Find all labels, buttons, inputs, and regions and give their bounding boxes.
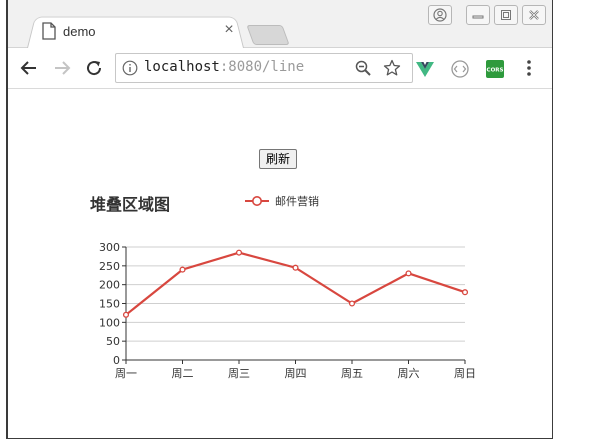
back-arrow-icon[interactable]	[19, 58, 39, 78]
close-window-button[interactable]	[522, 5, 546, 25]
y-tick-label: 300	[99, 241, 120, 254]
url-path: :8080/line	[219, 59, 305, 75]
x-tick-label: 周四	[285, 367, 307, 380]
y-tick-label: 200	[99, 279, 120, 292]
page-content: 刷新 堆叠区域图 邮件营销 0 50 100 150 200 250 300 周一 周二 周三 周四…	[7, 89, 552, 438]
y-tick-label: 100	[99, 316, 120, 329]
y-tick-label: 250	[99, 260, 120, 273]
data-point	[348, 300, 356, 307]
zoom-out-icon[interactable]	[355, 60, 371, 76]
data-point	[405, 270, 412, 277]
info-icon[interactable]	[122, 60, 138, 76]
x-tick-label: 周一	[115, 367, 137, 380]
extension-circle-icon[interactable]	[450, 59, 470, 79]
y-tick-label: 50	[106, 335, 120, 348]
bookmark-star-icon[interactable]	[383, 59, 401, 77]
profile-icon[interactable]	[428, 5, 452, 25]
svg-text:CORS: CORS	[487, 68, 504, 74]
maximize-button[interactable]	[494, 5, 518, 25]
reload-icon[interactable]	[84, 58, 104, 78]
data-point	[461, 289, 469, 296]
data-point	[179, 266, 186, 273]
series-line	[125, 251, 466, 316]
data-point	[235, 249, 243, 256]
x-tick-label: 周六	[398, 367, 420, 380]
tab-close-icon[interactable]: ×	[222, 21, 236, 39]
browser-window: demo × localhost:8080/line CORS 刷新 堆叠区域图…	[6, 0, 553, 439]
address-bar[interactable]: localhost:8080/line	[115, 53, 413, 83]
y-tick-label: 0	[113, 354, 120, 367]
url-host: localhost	[144, 59, 220, 75]
x-tick-label: 周三	[228, 367, 250, 380]
tab-demo[interactable]: demo ×	[33, 16, 238, 46]
minimize-button[interactable]	[466, 5, 490, 25]
tab-title: demo	[63, 24, 96, 39]
page-icon	[42, 22, 56, 40]
data-point	[292, 264, 299, 271]
tab-strip: demo ×	[7, 0, 552, 48]
window-controls	[428, 5, 546, 25]
x-tick-label: 周五	[341, 367, 363, 380]
url-text: localhost:8080/line	[144, 59, 304, 75]
forward-arrow-icon[interactable]	[52, 58, 72, 78]
cors-extension-icon[interactable]: CORS	[485, 59, 505, 79]
data-point	[122, 311, 130, 318]
line-chart: 0 50 100 150 200 250 300 周一 周二 周三 周四 周五 周六 周日	[99, 241, 476, 380]
window-left-border	[6, 0, 8, 438]
y-tick-label: 150	[99, 298, 120, 311]
x-tick-label: 周二	[172, 367, 194, 380]
new-tab-button[interactable]	[246, 25, 290, 45]
vue-devtools-icon[interactable]	[415, 59, 435, 79]
browser-toolbar: localhost:8080/line CORS	[7, 48, 552, 89]
x-tick-label: 周日	[454, 367, 476, 380]
menu-dots-icon[interactable]	[525, 58, 533, 78]
